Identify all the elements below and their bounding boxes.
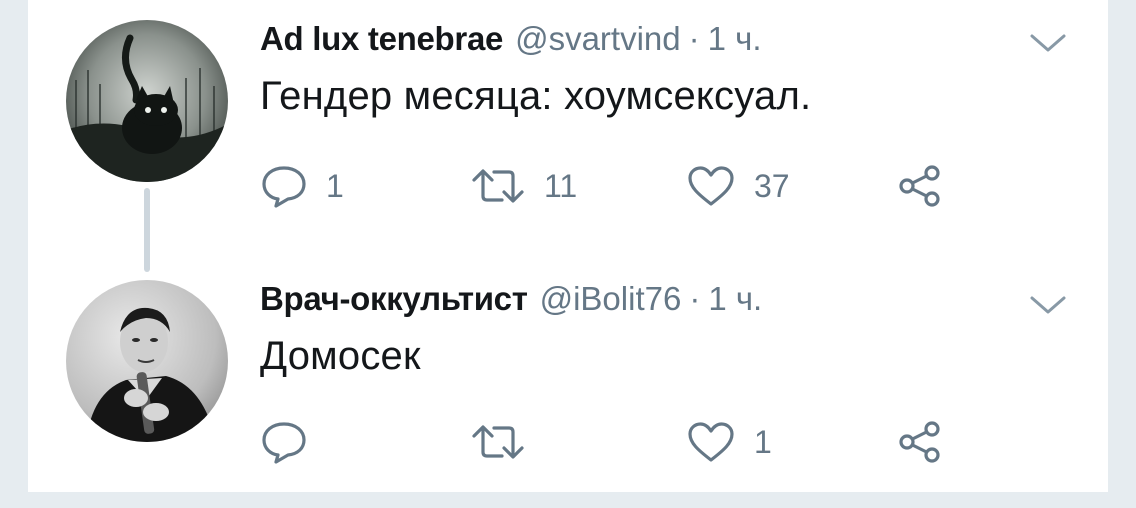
reply-button[interactable] — [260, 418, 326, 466]
tweet-header: Ad lux tenebrae @svartvind · 1 ч. — [260, 20, 762, 68]
black-cat-in-forest-avatar — [66, 20, 228, 182]
tweet[interactable]: Ad lux tenebrae @svartvind · 1 ч. Гендер м… — [28, 0, 1108, 250]
reply-button[interactable]: 1 — [260, 162, 344, 210]
tweet-time[interactable]: 1 ч. — [708, 20, 762, 57]
separator-dot: · — [689, 280, 701, 317]
author-name[interactable]: Ad lux tenebrae — [260, 20, 503, 58]
retweet-count: 11 — [544, 167, 578, 204]
retweet-icon — [472, 169, 524, 203]
retweet-icon — [472, 425, 524, 459]
tweet-header: Врач-оккультист @iBolit76 · 1 ч. — [260, 280, 762, 328]
heart-icon — [688, 166, 734, 206]
author-handle[interactable]: @svartvind — [515, 20, 681, 57]
separator-dot: · — [688, 20, 700, 57]
tweet-time[interactable]: 1 ч. — [708, 280, 762, 317]
tweet-text: Гендер месяца: хоумсексуал. — [260, 74, 812, 118]
author-name[interactable]: Врач-оккультист — [260, 280, 528, 318]
like-button[interactable]: 1 — [686, 418, 772, 466]
tweet-actions: 1 — [260, 418, 980, 466]
tweet-text: Домосек — [260, 334, 421, 378]
heart-icon — [688, 422, 734, 462]
share-button[interactable] — [896, 418, 944, 466]
tweet[interactable]: Врач-оккультист @iBolit76·1 ч. Домосек — [28, 262, 1108, 492]
tweet-thread-card: Ad lux tenebrae @svartvind · 1 ч. Гендер м… — [28, 0, 1108, 492]
chevron-down-icon[interactable] — [1028, 292, 1068, 318]
vintage-man-portrait-avatar — [66, 280, 228, 442]
reply-icon — [262, 166, 306, 208]
share-icon — [899, 165, 940, 207]
tweet-meta: @iBolit76 · 1 ч. — [540, 280, 763, 318]
reply-icon — [262, 422, 306, 464]
like-button[interactable]: 37 — [686, 162, 790, 210]
share-icon — [899, 421, 940, 463]
author-handle[interactable]: @iBolit76 — [540, 280, 682, 317]
tweet-meta: @svartvind · 1 ч. — [515, 20, 761, 58]
avatar[interactable] — [66, 20, 228, 182]
share-button[interactable] — [896, 162, 944, 210]
like-count: 37 — [754, 167, 790, 204]
chevron-down-icon[interactable] — [1028, 30, 1068, 56]
tweet-actions: 1 11 37 — [260, 162, 980, 210]
retweet-button[interactable] — [470, 418, 544, 466]
retweet-button[interactable]: 11 — [470, 162, 577, 210]
reply-count: 1 — [326, 167, 344, 204]
like-count: 1 — [754, 423, 772, 460]
avatar[interactable] — [66, 280, 228, 442]
